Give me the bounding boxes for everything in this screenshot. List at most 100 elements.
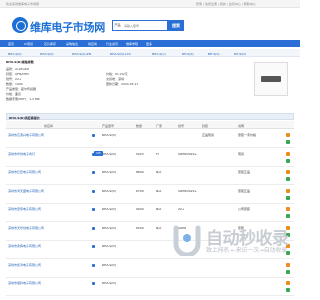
- detail-line: 数量：1000: [6, 82, 23, 86]
- table-row: 深圳市华创电子商行 RHA-S(D) 5023 TI SOP8/2022+ 现货 VIP: [6, 149, 294, 167]
- related-model-link[interactable]: RHA-S(0): [40, 52, 54, 56]
- related-model-link[interactable]: RHA-S(D)-LCC: [110, 52, 131, 56]
- related-model-link[interactable]: RH-S(D): [234, 52, 246, 56]
- supplier-link[interactable]: 深圳市天华创电子有限公司: [8, 226, 44, 230]
- nav-item-ic[interactable]: IC现货: [24, 42, 33, 46]
- chat-icon[interactable]: [286, 188, 290, 193]
- supplier-link[interactable]: 深圳市鸿天盛电子有限公司: [8, 189, 44, 193]
- nav-item-supplier[interactable]: 供应商: [88, 42, 97, 46]
- nav-item-news[interactable]: 行业资讯: [106, 42, 118, 46]
- search-button[interactable]: 搜索: [168, 20, 184, 31]
- model-cell: RHA-S(D): [102, 262, 116, 267]
- table-row: 深圳市凯鸿电子有限公司 RHA-S(D): [6, 260, 294, 278]
- brand-cell: N/A: [156, 170, 162, 174]
- detail-line: 封装：QFN/DFN: [6, 72, 29, 76]
- verified-icon: [92, 226, 95, 230]
- note-cell: 公司原装: [238, 207, 251, 211]
- col-note: 说明: [238, 123, 245, 128]
- verified-icon: [92, 152, 95, 156]
- brand-cell: N/A: [156, 207, 162, 211]
- chat-icon[interactable]: [286, 133, 290, 137]
- product-image[interactable]: [254, 62, 288, 96]
- chat-icon[interactable]: [286, 170, 290, 174]
- top-links: 登录 | 免费注册 | 我的 | 会员中心 | 帮助中心: [196, 2, 256, 6]
- watermark-logo-icon: [173, 225, 201, 256]
- search-input[interactable]: [122, 20, 168, 31]
- search-type-select[interactable]: 产品: [112, 20, 122, 31]
- chat-icon[interactable]: [286, 262, 290, 267]
- datasheet-link[interactable]: 数据手册(PDF)：1.2 MB: [6, 97, 40, 101]
- related-model-link[interactable]: BHA-S(0): [8, 52, 22, 56]
- quote-table-title: RHA-S(D)供应商报价: [6, 113, 294, 120]
- related-model-link[interactable]: BH-S(0): [208, 52, 220, 56]
- supplier-link[interactable]: 深圳市华创电子商行: [8, 152, 35, 156]
- batch-cell: SOP8/2022+: [178, 151, 198, 156]
- model-cell: RHA-S(D): [102, 207, 116, 211]
- model-cell: RHA-S(D): [102, 133, 116, 137]
- nav-item-home[interactable]: 首页: [8, 42, 14, 46]
- my-link[interactable]: 我的: [220, 2, 226, 6]
- table-row: 深圳市亿宏电子有限公司 RHA-S(D) 8800 N/A 原装正品: [6, 167, 294, 185]
- model-cell: RHA-S(D): [102, 151, 116, 156]
- chat-icon[interactable]: [286, 281, 290, 285]
- chat-icon[interactable]: [286, 207, 290, 211]
- inquiry-icon[interactable]: [286, 195, 290, 200]
- batch-cell: 22+: [178, 207, 185, 211]
- inquiry-icon[interactable]: [286, 158, 290, 163]
- verified-icon: [92, 282, 95, 285]
- model-cell: RHA-S(D): [102, 188, 116, 193]
- register-link[interactable]: 免费注册: [205, 2, 217, 6]
- verified-icon: [92, 134, 95, 137]
- login-link[interactable]: 登录: [196, 2, 202, 6]
- verified-icon: [92, 208, 95, 211]
- main-nav: 首页 IC现货 芯片库存 采购信息 供应商 行业资讯 维库学院 更多: [0, 40, 300, 47]
- supplier-link[interactable]: 深圳市恒科电子有限公司: [8, 281, 41, 285]
- col-batch: 批号: [178, 123, 185, 128]
- detail-line: 品牌：ALLEGRO: [6, 67, 30, 71]
- model-cell: RHA-S(D): [102, 170, 116, 174]
- inquiry-icon[interactable]: [286, 214, 290, 218]
- batch-cell: SOP8/2022+: [178, 188, 198, 193]
- detail-title: RHA-S(D)规格参数: [6, 60, 34, 64]
- col-model: 产品型号: [102, 123, 115, 128]
- supplier-link[interactable]: 深圳市宏伟电子有限公司: [8, 207, 41, 211]
- inquiry-icon[interactable]: [286, 269, 290, 274]
- vip-badge: VIP: [94, 150, 103, 156]
- detail-line: 更新日期：2024-05-17: [106, 82, 139, 86]
- inquiry-icon[interactable]: [286, 288, 290, 292]
- chat-icon[interactable]: [286, 151, 290, 156]
- related-model-link[interactable]: RH-S(0): [182, 52, 194, 56]
- note-cell: 原装正品: [238, 170, 251, 174]
- detail-line: 价格：面议: [6, 92, 22, 96]
- chip-icon: [261, 76, 281, 82]
- verified-icon: [92, 245, 95, 248]
- table-row: 深圳市芯源兴电子有限公司 RHA-S(D) 正品现货 原装一手价格: [6, 130, 294, 148]
- nav-item-more[interactable]: 更多: [146, 42, 152, 46]
- col-brand: 厂家: [156, 123, 163, 128]
- brand-cell: N/A: [156, 225, 162, 230]
- site-logo[interactable]: 维库电子市场网: [12, 16, 105, 34]
- qty-cell: 6500: [136, 225, 144, 230]
- supplier-link[interactable]: 深圳市凯鸿电子有限公司: [8, 263, 41, 267]
- table-header: 供应商 产品型号 数量 厂家 批号 封装 说明: [6, 121, 294, 129]
- help-link[interactable]: 帮助中心: [244, 2, 256, 6]
- nav-item-purchase[interactable]: 采购信息: [66, 42, 78, 46]
- related-models-bar: BHA-S(0) RHA-S(0) RHA-S(0)-ZN RHA-S(D)-L…: [0, 49, 300, 57]
- model-cell: RHA-S(D): [102, 225, 116, 230]
- welcome-text: 欢迎来到维库电子市场网: [6, 2, 40, 6]
- brand-cell: TI: [156, 151, 159, 156]
- supplier-link[interactable]: 深圳市亿宏电子有限公司: [8, 170, 41, 174]
- watermark-subtitle: 致上排名 ←来访一次→自动收录: [206, 247, 287, 254]
- inquiry-icon[interactable]: [286, 140, 290, 144]
- nav-item-stock[interactable]: 芯片库存: [44, 42, 56, 46]
- member-center-link[interactable]: 会员中心: [229, 2, 241, 6]
- related-model-link[interactable]: RHA-S(0)-ZN: [72, 52, 91, 56]
- col-qty: 数量: [136, 123, 143, 128]
- note-cell: 原装正品: [238, 188, 251, 193]
- nav-item-academy[interactable]: 维库学院: [126, 42, 138, 46]
- verified-icon: [92, 171, 95, 174]
- supplier-link[interactable]: 深圳市芯源兴电子有限公司: [8, 133, 44, 137]
- related-model-link[interactable]: BHA-S(C): [152, 52, 166, 56]
- supplier-link[interactable]: 深圳市永辉电子有限公司: [8, 244, 41, 248]
- inquiry-icon[interactable]: [286, 177, 290, 181]
